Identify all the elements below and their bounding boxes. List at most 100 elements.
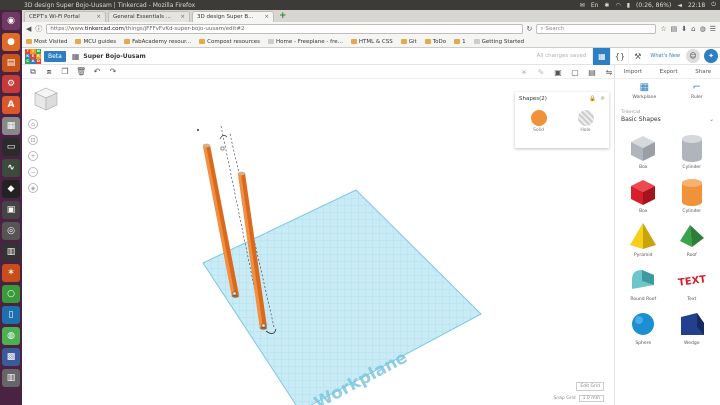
- bookmark-html-css[interactable]: HTML & CSS: [350, 39, 393, 45]
- delete-icon[interactable]: 🗑: [76, 67, 86, 76]
- camera-icon[interactable]: ◎: [2, 222, 20, 240]
- search-box[interactable]: ⌕ Search: [536, 24, 657, 34]
- solid-swatch[interactable]: [530, 110, 547, 126]
- app-icon-5[interactable]: ▩: [2, 348, 20, 366]
- bookmark-mcu-guides[interactable]: MCU guides: [75, 39, 116, 45]
- shape-wedge[interactable]: Wedge: [668, 309, 717, 346]
- volume-icon[interactable]: ◄: [677, 2, 682, 9]
- copy-icon[interactable]: ⧉: [28, 67, 38, 77]
- shape-box-grey[interactable]: Box: [619, 133, 668, 170]
- shape-round-roof[interactable]: Round Roof: [619, 265, 668, 302]
- power-icon[interactable]: ⏻: [711, 1, 716, 9]
- reload-icon[interactable]: ↻: [527, 25, 533, 33]
- download-icon[interactable]: ⬇: [681, 25, 687, 33]
- firefox-icon[interactable]: ●: [2, 33, 20, 51]
- ruler-tool[interactable]: ⌐ Ruler: [691, 83, 703, 107]
- shape-sphere[interactable]: Sphere: [619, 309, 668, 346]
- shape-cylinder-orange[interactable]: Cylinder: [668, 177, 717, 214]
- menu-icon[interactable]: ☰: [710, 25, 716, 33]
- workplane-tool[interactable]: ▦ Workplane: [632, 83, 656, 107]
- shape-roof[interactable]: Roof: [668, 221, 717, 258]
- bluetooth-icon[interactable]: ✱: [604, 2, 609, 9]
- shape-text[interactable]: TEXT Text: [668, 265, 717, 302]
- settings-icon[interactable]: ⚙: [2, 75, 20, 93]
- bookmark-freeplane[interactable]: Home - Freeplane - fre...: [268, 39, 343, 45]
- share-button[interactable]: Share: [695, 69, 711, 75]
- bookmark-todo[interactable]: ToDo: [424, 39, 446, 45]
- tab-tinkercad[interactable]: 3D design Super B... ×: [192, 11, 274, 22]
- battery-icon[interactable]: ▮: [627, 2, 630, 9]
- ungroup-icon[interactable]: ▢: [570, 68, 580, 77]
- bookmark-compost[interactable]: Compost resources: [199, 39, 260, 45]
- bookmark-1[interactable]: 1: [454, 39, 466, 45]
- solid-option[interactable]: Solid: [530, 110, 547, 133]
- app-icon-2[interactable]: ▥: [2, 243, 20, 261]
- design-menu-icon[interactable]: ▦: [72, 52, 80, 61]
- grid-view-button[interactable]: ▦: [592, 47, 611, 65]
- shape-category-select[interactable]: Basic Shapes ⌄: [615, 116, 720, 123]
- mail-icon[interactable]: ✉: [580, 2, 585, 9]
- clock[interactable]: 22:18: [688, 2, 705, 9]
- paste-icon[interactable]: ⧈: [44, 67, 54, 77]
- design-name[interactable]: Super Bojo-Uusam: [83, 53, 145, 60]
- app-icon-3[interactable]: ○: [2, 285, 20, 303]
- files-icon[interactable]: ▤: [2, 54, 20, 72]
- inkscape-icon[interactable]: ◆: [2, 180, 20, 198]
- app-icon-4[interactable]: ▯: [2, 306, 20, 324]
- snap-grid-select[interactable]: 1.0 mm: [578, 395, 604, 402]
- back-icon[interactable]: ◀: [26, 25, 31, 33]
- shape-pyramid[interactable]: Pyramid: [619, 221, 668, 258]
- close-icon[interactable]: ×: [96, 14, 101, 20]
- close-icon[interactable]: ×: [264, 14, 269, 20]
- bookmark-git[interactable]: Git: [400, 39, 417, 45]
- add-user-icon[interactable]: ☺: [686, 49, 700, 63]
- bookmarks-list-icon[interactable]: ▤: [671, 25, 678, 33]
- software-center-icon[interactable]: A: [2, 96, 20, 114]
- keyboard-icon[interactable]: En: [591, 2, 599, 9]
- monitor-icon[interactable]: ∿: [2, 159, 20, 177]
- hammer-icon[interactable]: ⚒: [628, 47, 646, 65]
- lock-icon[interactable]: 🔒: [589, 96, 596, 102]
- light-bulb-icon[interactable]: ☼: [600, 96, 605, 102]
- redo-icon[interactable]: ↷: [108, 67, 118, 76]
- butterfly-icon[interactable]: ✶: [2, 264, 20, 282]
- info-icon[interactable]: ⓘ: [35, 24, 42, 34]
- wifi-icon[interactable]: ◠: [615, 2, 620, 9]
- hole-option[interactable]: Hole: [577, 110, 594, 133]
- shape-box-red[interactable]: Box: [619, 177, 668, 214]
- trash-icon[interactable]: ▥: [2, 369, 20, 387]
- close-icon[interactable]: ×: [180, 14, 185, 20]
- blocks-view-button[interactable]: {}: [610, 47, 628, 65]
- export-button[interactable]: Export: [660, 69, 678, 75]
- new-tab-button[interactable]: +: [276, 11, 290, 21]
- bookmark-fabacademy[interactable]: FabAcademy resour...: [124, 39, 191, 45]
- tab-wifi-portal[interactable]: CEPT's Wi-Fi Portal ×: [24, 11, 106, 22]
- edit-grid-button[interactable]: Edit Grid: [576, 382, 604, 391]
- chrome-icon[interactable]: ◍: [2, 327, 20, 345]
- hole-swatch[interactable]: [577, 110, 594, 126]
- note-icon[interactable]: ✎: [536, 68, 546, 77]
- whats-new-link[interactable]: What's New: [646, 53, 684, 59]
- align-icon[interactable]: ▤: [587, 68, 597, 77]
- light-bulb-icon[interactable]: ☀: [519, 68, 529, 77]
- avatar[interactable]: ✦: [704, 49, 718, 63]
- star-icon[interactable]: ☆: [660, 25, 666, 33]
- bookmark-most-visited[interactable]: Most Visited: [26, 39, 67, 45]
- beta-badge: Beta: [44, 50, 66, 62]
- media-icon[interactable]: ▣: [2, 201, 20, 219]
- duplicate-icon[interactable]: ❐: [60, 67, 70, 76]
- url-bar[interactable]: https://www. tinkercad.com/things/jFFFvFv…: [46, 24, 523, 34]
- app-icon[interactable]: ▦: [2, 117, 20, 135]
- pocket-icon[interactable]: ◍: [700, 25, 706, 33]
- group-icon[interactable]: ▣: [553, 68, 563, 77]
- mirror-icon[interactable]: ⇋: [604, 68, 614, 77]
- shape-cylinder-grey[interactable]: Cylinder: [668, 133, 717, 170]
- dash-icon[interactable]: ◉: [2, 12, 20, 30]
- bookmark-getting-started[interactable]: Getting Started: [473, 39, 524, 45]
- undo-icon[interactable]: ↶: [92, 67, 102, 76]
- terminal-icon[interactable]: ▭: [2, 138, 20, 156]
- import-button[interactable]: Import: [624, 69, 642, 75]
- tinkercad-logo[interactable]: TINKERCAD: [25, 48, 41, 64]
- tab-general-essentials[interactable]: General Essentials ... ×: [108, 11, 190, 22]
- home-icon[interactable]: ⌂: [691, 25, 695, 33]
